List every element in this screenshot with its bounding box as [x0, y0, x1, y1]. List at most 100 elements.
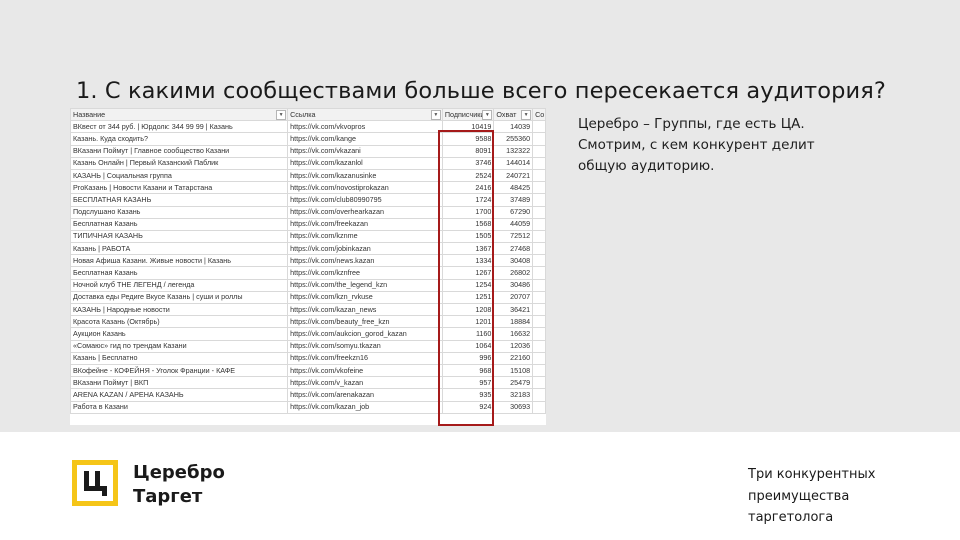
cell-link[interactable]: https://vk.com/arenakazan [287, 388, 443, 402]
cell-subscribers[interactable]: 9588 [441, 132, 495, 146]
cell-reach[interactable]: 32183 [493, 388, 534, 402]
table-row[interactable]: Казань | Бесплатно https://vk.com/freekzn… [70, 351, 546, 365]
table-row[interactable]: БЕСПЛАТНАЯ КАЗАНЬ https://vk.com/club8099… [70, 193, 546, 207]
table-row[interactable]: Казань. Куда сходить? https://vk.com/kang… [70, 132, 546, 146]
cell-subscribers[interactable]: 1367 [441, 242, 495, 256]
cell-extra[interactable] [532, 339, 546, 353]
table-row[interactable]: «Сомаюс» гид по трендам Казани https://vk… [70, 339, 546, 353]
cell-name[interactable]: Подслушано Казань [70, 205, 289, 219]
cell-subscribers[interactable]: 935 [441, 388, 495, 402]
table-row[interactable]: ВКазани Поймут | Главное сообщество Каза… [70, 144, 546, 158]
table-row[interactable]: Подслушано Казань https://vk.com/overhear… [70, 205, 546, 219]
cell-extra[interactable] [532, 278, 546, 292]
cell-reach[interactable]: 25479 [493, 376, 534, 390]
cell-extra[interactable] [532, 376, 546, 390]
cell-extra[interactable] [532, 132, 546, 146]
cell-link[interactable]: https://vk.com/news.kazan [287, 254, 443, 268]
column-header-extra[interactable]: Со [532, 108, 546, 122]
cell-link[interactable]: https://vk.com/kazan_news [287, 302, 443, 317]
cell-extra[interactable] [532, 363, 546, 378]
cell-subscribers[interactable]: 1201 [441, 315, 495, 329]
filter-dropdown-icon[interactable]: ▼ [482, 110, 493, 120]
cell-name[interactable]: ВКофейне - КОФЕЙНЯ - Уголок Франции - КА… [70, 363, 289, 378]
cell-subscribers[interactable]: 968 [441, 363, 495, 378]
cell-extra[interactable] [532, 193, 546, 207]
cell-reach[interactable]: 44059 [493, 217, 534, 231]
table-row[interactable]: Новая Афиша Казани. Живые новости | Каза… [70, 254, 546, 268]
cell-name[interactable]: ВКазани Поймут | ВКП [70, 376, 289, 390]
cell-reach[interactable]: 132322 [493, 144, 534, 158]
cell-reach[interactable]: 26802 [493, 266, 534, 280]
cell-name[interactable]: ВКазани Поймут | Главное сообщество Каза… [70, 144, 289, 158]
cell-subscribers[interactable]: 1568 [441, 217, 495, 231]
cell-subscribers[interactable]: 957 [441, 376, 495, 390]
cell-reach[interactable]: 48425 [493, 181, 534, 195]
cell-extra[interactable] [532, 205, 546, 219]
cell-reach[interactable]: 18884 [493, 315, 534, 329]
cell-reach[interactable]: 36421 [493, 302, 534, 317]
column-header-name[interactable]: Название ▼ [70, 108, 289, 122]
column-header-subscribers[interactable]: Подписчики ▼ [441, 108, 495, 122]
cell-subscribers[interactable]: 8091 [441, 144, 495, 158]
table-row[interactable]: Ночной клуб ТНЕ ЛЕГЕНД / легенда https://… [70, 278, 546, 292]
cell-extra[interactable] [532, 302, 546, 317]
cell-subscribers[interactable]: 1267 [441, 266, 495, 280]
cell-name[interactable]: Казань. Куда сходить? [70, 132, 289, 146]
cell-extra[interactable] [532, 217, 546, 231]
table-row[interactable]: Казань | РАБОТА https://vk.com/jobinkazan… [70, 242, 546, 256]
cell-name[interactable]: БЕСПЛАТНАЯ КАЗАНЬ [70, 193, 289, 207]
cell-reach[interactable]: 72512 [493, 229, 534, 244]
cell-link[interactable]: https://vk.com/kznme [287, 229, 443, 244]
cell-subscribers[interactable]: 1700 [441, 205, 495, 219]
cell-subscribers[interactable]: 1208 [441, 302, 495, 317]
cell-link[interactable]: https://vk.com/overhearkazan [287, 205, 443, 219]
filter-dropdown-icon[interactable]: ▼ [521, 110, 532, 120]
cell-link[interactable]: https://vk.com/novostiprokazan [287, 181, 443, 195]
cell-link[interactable]: https://vk.com/the_legend_kzn [287, 278, 443, 292]
cell-extra[interactable] [532, 120, 546, 134]
table-row[interactable]: КАЗАНЬ | Народные новости https://vk.com/… [70, 302, 546, 317]
table-row[interactable]: КАЗАНЬ | Социальная группа https://vk.com… [70, 168, 546, 183]
table-row[interactable]: Бесплатная Казань https://vk.com/freekaza… [70, 217, 546, 231]
cell-subscribers[interactable]: 1505 [441, 229, 495, 244]
cell-link[interactable]: https://vk.com/kazanusinke [287, 168, 443, 183]
cell-link[interactable]: https://vk.com/kznfree [287, 266, 443, 280]
cell-link[interactable]: https://vk.com/beauty_free_kzn [287, 315, 443, 329]
cell-link[interactable]: https://vk.com/club80990795 [287, 193, 443, 207]
cell-link[interactable]: https://vk.com/kzn_rvkuse [287, 290, 443, 305]
table-row[interactable]: ВКвест от 344 руб. | Юрдолк: 344 99 99 |… [70, 120, 546, 134]
cell-name[interactable]: ProКазань | Новости Казани и Татарстана [70, 181, 289, 195]
filter-dropdown-icon[interactable]: ▼ [430, 110, 441, 120]
cell-subscribers[interactable]: 924 [441, 400, 495, 414]
cell-subscribers[interactable]: 1334 [441, 254, 495, 268]
cell-extra[interactable] [532, 315, 546, 329]
cell-name[interactable]: ТИПИЧНАЯ КАЗАНЬ [70, 229, 289, 244]
cell-link[interactable]: https://vk.com/freekazan [287, 217, 443, 231]
cell-reach[interactable]: 12036 [493, 339, 534, 353]
cell-name[interactable]: КАЗАНЬ | Социальная группа [70, 168, 289, 183]
cell-reach[interactable]: 14039 [493, 120, 534, 134]
table-row[interactable]: Работа в Казани https://vk.com/kazan_job 9… [70, 400, 546, 414]
cell-name[interactable]: Красота Казань (Октябрь) [70, 315, 289, 329]
table-row[interactable]: Красота Казань (Октябрь) https://vk.com/b… [70, 315, 546, 329]
cell-reach[interactable]: 16632 [493, 327, 534, 341]
cell-link[interactable]: https://vk.com/vkazani [287, 144, 443, 158]
cell-extra[interactable] [532, 242, 546, 256]
column-header-link[interactable]: Ссылка ▼ [287, 108, 443, 122]
cell-name[interactable]: Бесплатная Казань [70, 217, 289, 231]
cell-extra[interactable] [532, 229, 546, 244]
cell-extra[interactable] [532, 168, 546, 183]
cell-subscribers[interactable]: 1064 [441, 339, 495, 353]
cell-name[interactable]: ARENA KAZAN / АРЕНА КАЗАНЬ [70, 388, 289, 402]
cell-subscribers[interactable]: 10419 [441, 120, 495, 134]
cell-subscribers[interactable]: 2416 [441, 181, 495, 195]
cell-name[interactable]: Новая Афиша Казани. Живые новости | Каза… [70, 254, 289, 268]
table-row[interactable]: ВКофейне - КОФЕЙНЯ - Уголок Франции - КА… [70, 363, 546, 378]
cell-link[interactable]: https://vk.com/vkofeine [287, 363, 443, 378]
cell-extra[interactable] [532, 144, 546, 158]
cell-reach[interactable]: 37489 [493, 193, 534, 207]
cell-name[interactable]: Бесплатная Казань [70, 266, 289, 280]
cell-reach[interactable]: 240721 [493, 168, 534, 183]
cell-reach[interactable]: 255360 [493, 132, 534, 146]
cell-extra[interactable] [532, 327, 546, 341]
